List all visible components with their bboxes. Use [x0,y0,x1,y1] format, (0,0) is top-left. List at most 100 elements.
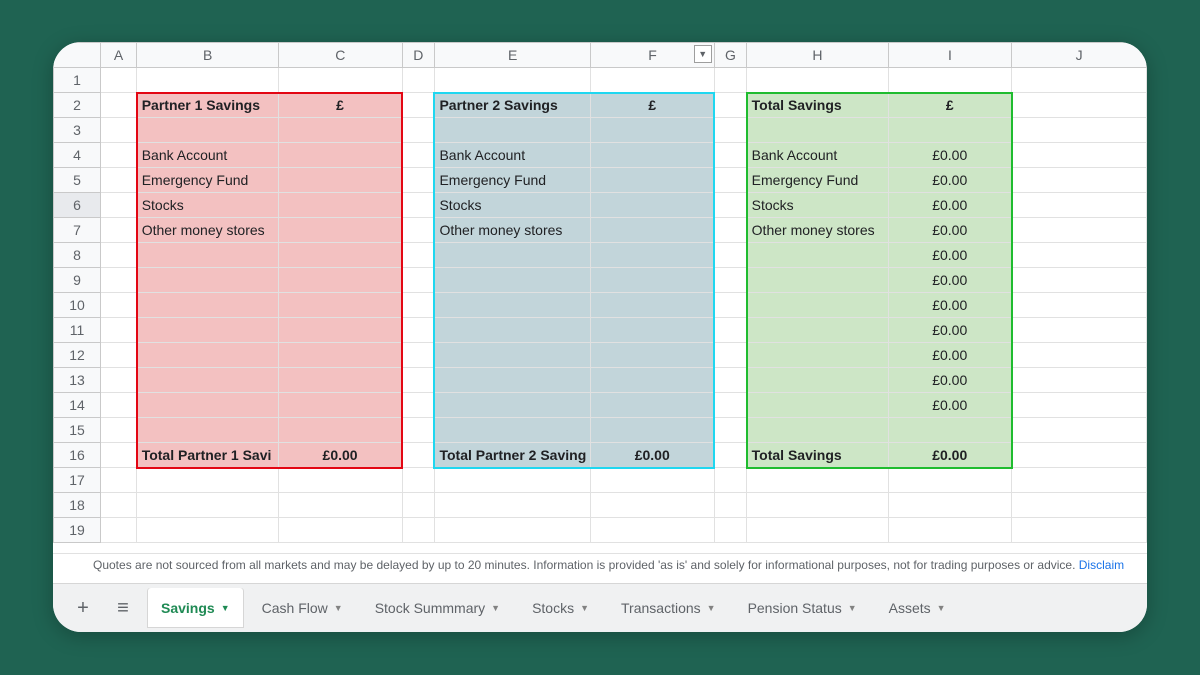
row[interactable]: 5Emergency FundEmergency FundEmergency F… [54,168,1147,193]
col-C[interactable]: C [279,43,402,68]
cell[interactable] [591,318,714,343]
cell[interactable] [434,68,590,93]
row[interactable]: 11£0.00 [54,318,1147,343]
cell[interactable] [279,468,402,493]
cell[interactable] [747,518,889,543]
cell[interactable] [279,118,402,143]
cell[interactable] [747,343,889,368]
cell[interactable]: £0.00 [591,443,714,468]
row[interactable]: 12£0.00 [54,343,1147,368]
row[interactable]: 3 [54,118,1147,143]
column-headers[interactable]: A B C D E F ▼ G H I J [54,43,1147,68]
cell[interactable]: Partner 2 Savings [434,93,590,118]
cell[interactable]: Total Savings [747,93,889,118]
cell[interactable] [747,318,889,343]
row-header[interactable]: 17 [54,468,101,493]
cell[interactable] [402,493,434,518]
row[interactable]: 14£0.00 [54,393,1147,418]
cell[interactable]: £0.00 [888,293,1011,318]
col-E[interactable]: E [434,43,590,68]
cell[interactable] [101,68,137,93]
cell[interactable] [402,443,434,468]
cell[interactable] [402,268,434,293]
cell[interactable] [591,368,714,393]
row[interactable]: 1 [54,68,1147,93]
cell[interactable] [434,243,590,268]
cell[interactable] [714,118,746,143]
cell[interactable] [714,218,746,243]
cell[interactable] [402,218,434,243]
disclaimer-link[interactable]: Disclaim [1079,558,1124,572]
select-all-corner[interactable] [54,43,101,68]
cell[interactable]: £0.00 [279,443,402,468]
row[interactable]: 15 [54,418,1147,443]
cell[interactable] [714,293,746,318]
cell[interactable] [1012,93,1147,118]
cell[interactable] [1012,168,1147,193]
cell[interactable] [747,468,889,493]
cell[interactable] [402,343,434,368]
cell[interactable] [402,143,434,168]
cell[interactable] [279,243,402,268]
cell[interactable]: Total Partner 2 Saving [434,443,590,468]
row-header[interactable]: 5 [54,168,101,193]
cell[interactable] [279,68,402,93]
row-header[interactable]: 3 [54,118,101,143]
cell[interactable] [402,368,434,393]
cell[interactable] [402,293,434,318]
cell[interactable]: Emergency Fund [434,168,590,193]
cell[interactable] [747,118,889,143]
cell[interactable] [101,293,137,318]
cell[interactable] [137,418,279,443]
row[interactable]: 18 [54,493,1147,518]
cell[interactable] [747,68,889,93]
cell[interactable] [1012,368,1147,393]
sheet-tab[interactable]: Cash Flow▼ [248,588,357,628]
row-header[interactable]: 16 [54,443,101,468]
cell[interactable]: £0.00 [888,143,1011,168]
cell[interactable] [101,193,137,218]
cell[interactable] [434,393,590,418]
row-header[interactable]: 4 [54,143,101,168]
cell[interactable]: £0.00 [888,343,1011,368]
chevron-down-icon[interactable]: ▼ [707,603,716,613]
cell[interactable] [101,93,137,118]
cell[interactable] [888,468,1011,493]
cell[interactable] [137,68,279,93]
cell[interactable] [1012,143,1147,168]
cell[interactable] [279,393,402,418]
cell[interactable] [279,193,402,218]
cell[interactable] [591,518,714,543]
cell[interactable] [714,93,746,118]
row[interactable]: 17 [54,468,1147,493]
all-sheets-button[interactable]: ≡ [103,588,143,628]
cell[interactable] [101,368,137,393]
col-B[interactable]: B [137,43,279,68]
cell[interactable] [591,168,714,193]
row[interactable]: 6StocksStocksStocks£0.00 [54,193,1147,218]
cell[interactable] [137,393,279,418]
cell[interactable]: £0.00 [888,218,1011,243]
cell[interactable] [101,318,137,343]
cell[interactable]: £ [279,93,402,118]
filter-icon[interactable]: ▼ [694,45,712,63]
cell[interactable] [714,443,746,468]
cell[interactable] [1012,293,1147,318]
add-sheet-button[interactable]: + [63,588,103,628]
cell[interactable] [888,518,1011,543]
cell[interactable] [101,343,137,368]
col-A[interactable]: A [101,43,137,68]
sheet-tab[interactable]: Savings▼ [147,588,244,628]
cell[interactable] [591,243,714,268]
cell[interactable] [402,243,434,268]
cell[interactable] [1012,468,1147,493]
cell[interactable] [747,243,889,268]
cell[interactable] [1012,418,1147,443]
cell[interactable] [279,343,402,368]
cell[interactable] [101,268,137,293]
row[interactable]: 2Partner 1 Savings£Partner 2 Savings£Tot… [54,93,1147,118]
cell[interactable] [747,368,889,393]
cell[interactable] [1012,193,1147,218]
cell[interactable] [1012,318,1147,343]
cell[interactable]: £0.00 [888,268,1011,293]
